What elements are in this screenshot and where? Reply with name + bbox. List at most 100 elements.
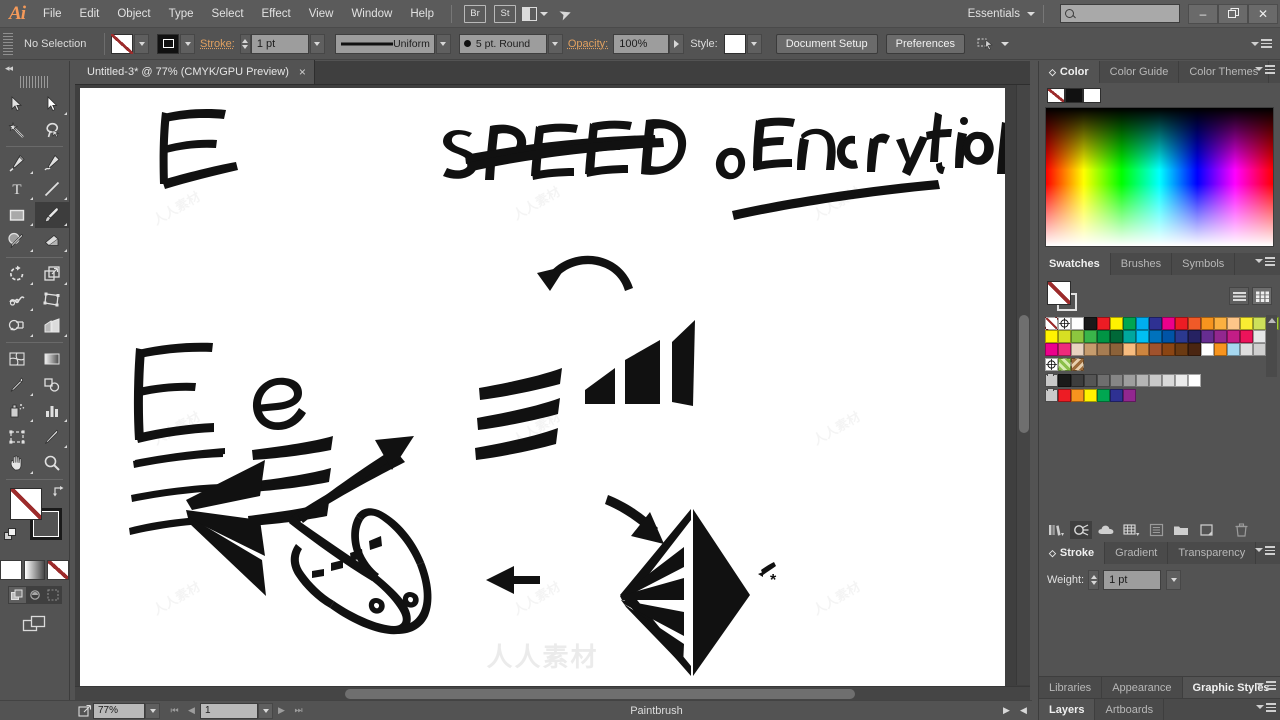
swatches-fill-stroke-preview[interactable] [1047,281,1077,311]
symbol-sprayer-tool[interactable] [0,398,35,424]
stroke-weight-stepper[interactable] [240,34,251,54]
zoom-level-dropdown[interactable] [145,703,160,719]
brush-definition-value[interactable]: 5 pt. Round [459,34,547,54]
stroke-weight-dropdown[interactable] [310,34,325,54]
artboard-number-input[interactable]: 1 [200,703,258,719]
change-screen-mode-button[interactable] [0,614,69,634]
rocket-icon[interactable]: ➤ [552,4,578,24]
line-segment-tool[interactable] [35,176,70,202]
swatch-bright-3[interactable] [1097,389,1110,402]
swatch-0-7[interactable] [1136,317,1149,330]
color-groups-icon[interactable] [1070,521,1092,539]
menu-help[interactable]: Help [401,0,443,28]
swatch-1-12[interactable] [1201,330,1214,343]
swatch-gray-2[interactable] [1084,374,1097,387]
swatch-1-5[interactable] [1110,330,1123,343]
width-tool[interactable] [0,287,35,313]
stroke-dropdown-arrow[interactable] [180,34,195,54]
swatch-2-9[interactable] [1162,343,1175,356]
swatch-2-7[interactable] [1136,343,1149,356]
swatch-0-4[interactable] [1097,317,1110,330]
mesh-tool[interactable] [0,346,35,372]
color-panel-menu-button[interactable] [1255,65,1275,74]
list-view-icon[interactable] [1229,287,1249,305]
pen-tool[interactable] [0,150,35,176]
swatch-1-3[interactable] [1084,330,1097,343]
color-spectrum-picker[interactable] [1045,107,1274,247]
rotate-tool[interactable] [0,261,35,287]
tab-color[interactable]: ◇ Color [1039,61,1100,83]
swatch-0-2[interactable] [1071,317,1084,330]
swatch-bright-0[interactable] [1058,389,1071,402]
none-mode-button[interactable] [47,560,69,580]
width-profile-dropdown[interactable] [436,34,451,54]
selection-tool[interactable] [0,91,35,117]
fill-swatch[interactable] [111,34,133,54]
swatch-0-12[interactable] [1201,317,1214,330]
draw-behind-button[interactable] [27,587,44,603]
graphic-style-swatch[interactable] [724,34,746,54]
tab-libraries[interactable]: Libraries [1039,677,1102,698]
stroke-weight-value[interactable]: 1 pt [251,34,309,54]
artboard[interactable]: * 人人素材 人人素材 人人素材 人人素材 人人素材 人人素材 人人素材 人人素… [80,88,1005,688]
swatch-0-14[interactable] [1227,317,1240,330]
menu-select[interactable]: Select [203,0,253,28]
menu-window[interactable]: Window [342,0,401,28]
color-white-swatch[interactable] [1083,88,1101,103]
status-collapse-arrow[interactable]: ◀ [1015,702,1032,720]
eyedropper-tool[interactable] [0,372,35,398]
tab-gradient[interactable]: Gradient [1105,542,1168,564]
swatch-2-1[interactable] [1058,343,1071,356]
swatch-0-1[interactable] [1058,317,1071,330]
window-close-button[interactable]: ✕ [1248,4,1278,24]
swatch-libraries-icon[interactable] [1045,521,1067,539]
shaper-tool[interactable] [0,228,35,254]
swatch-bright-5[interactable] [1123,389,1136,402]
stroke-color-control[interactable] [157,34,195,54]
grid-view-icon[interactable] [1252,287,1272,305]
swatch-0-3[interactable] [1084,317,1097,330]
swatch-1-15[interactable] [1240,330,1253,343]
last-artboard-button[interactable]: ⏭ [290,702,307,720]
swatches-fill-preview[interactable] [1047,281,1071,305]
arrange-documents-icon[interactable] [522,4,548,24]
swatch-2-10[interactable] [1175,343,1188,356]
swatch-grid-scrollbar[interactable] [1266,315,1277,377]
swatch-1-2[interactable] [1071,330,1084,343]
bottom-dock-1-menu-button[interactable] [1256,681,1276,690]
swatch-0-8[interactable] [1149,317,1162,330]
tab-brushes[interactable]: Brushes [1111,253,1172,275]
stroke-swatch[interactable] [157,34,179,54]
preferences-button[interactable]: Preferences [886,34,965,54]
opacity-label[interactable]: Opacity: [563,38,613,50]
canvas-vertical-scrollbar[interactable] [1016,85,1030,685]
export-selection-icon[interactable] [76,702,93,720]
paintbrush-tool[interactable] [35,202,70,228]
tab-appearance[interactable]: Appearance [1102,677,1182,698]
artboard-tool[interactable] [0,424,35,450]
stroke-weight-label[interactable]: Stroke: [195,38,240,50]
swatch-2-13[interactable] [1214,343,1227,356]
graphic-style-control[interactable] [724,34,762,54]
status-expand-arrow[interactable]: ▶ [998,702,1015,720]
swatch-2-2[interactable] [1071,343,1084,356]
slice-tool[interactable] [35,424,70,450]
tools-collapse-button[interactable]: ◂◂ [0,61,69,75]
tools-panel-grip[interactable] [20,76,50,88]
stroke-weight-control[interactable]: 1 pt [240,34,325,54]
swatch-2-14[interactable] [1227,343,1240,356]
column-graph-tool[interactable] [35,398,70,424]
swatch-2-8[interactable] [1149,343,1162,356]
draw-inside-button[interactable] [45,587,62,603]
control-panel-menu-button[interactable] [1248,39,1272,48]
tab-transparency[interactable]: Transparency [1168,542,1256,564]
fill-color-control[interactable] [111,34,149,54]
blend-tool[interactable] [35,372,70,398]
swatch-0-0[interactable] [1045,317,1058,330]
swatch-registration[interactable] [1045,358,1058,371]
swatch-bright-4[interactable] [1110,389,1123,402]
swatch-gray-3[interactable] [1097,374,1110,387]
swatch-2-15[interactable] [1240,343,1253,356]
swatch-gray-1[interactable] [1071,374,1084,387]
swatch-1-9[interactable] [1162,330,1175,343]
